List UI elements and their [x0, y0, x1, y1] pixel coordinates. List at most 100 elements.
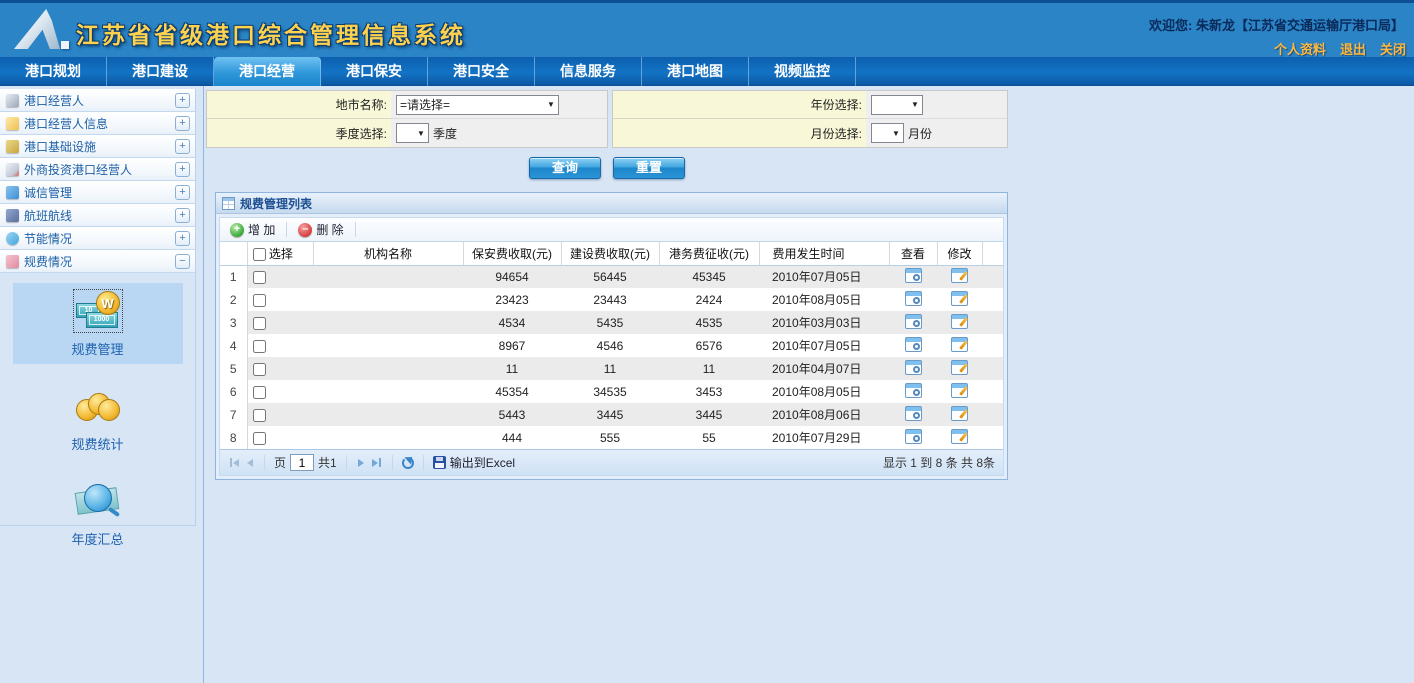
expand-toggle[interactable]: +: [175, 208, 190, 223]
sidebar-item-energy-saving[interactable]: 节能情况 +: [0, 227, 195, 250]
row-checkbox[interactable]: [253, 409, 266, 422]
row-number: 1: [220, 265, 247, 288]
sidebar-item-integrity-mgmt[interactable]: 诚信管理 +: [0, 181, 195, 204]
refresh-icon[interactable]: [402, 457, 414, 469]
select-all-header: 选择: [247, 242, 313, 265]
city-select[interactable]: =请选择= ▼: [396, 95, 559, 115]
edit-icon[interactable]: [951, 429, 968, 444]
month-label: 月份选择:: [613, 119, 866, 147]
close-link[interactable]: 关闭: [1380, 39, 1406, 58]
table-body: 1 94654 56445 45345 2010年07月05日: [220, 265, 1003, 449]
construction-fee-cell: 34535: [561, 380, 659, 403]
row-select-cell: [247, 357, 313, 380]
profile-link[interactable]: 个人资料: [1274, 39, 1326, 58]
table-row: 5 11 11 11 2010年04月07日: [220, 357, 1003, 380]
tab-info-service[interactable]: 信息服务: [535, 57, 642, 86]
logout-link[interactable]: 退出: [1340, 39, 1366, 58]
row-checkbox[interactable]: [253, 363, 266, 376]
search-button[interactable]: 查询: [529, 157, 601, 179]
security-fee-header: 保安费收取(元): [463, 242, 561, 265]
investor-icon: [6, 163, 19, 176]
row-select-cell: [247, 380, 313, 403]
port-fee-cell: 3445: [659, 403, 759, 426]
tab-port-planning[interactable]: 港口规划: [0, 57, 107, 86]
export-excel-button[interactable]: 输出到Excel: [433, 454, 515, 471]
view-icon[interactable]: [905, 406, 922, 421]
sidebar-item-fees-status[interactable]: 规费情况 −: [0, 250, 195, 273]
tab-port-construction[interactable]: 港口建设: [107, 57, 214, 86]
sidebar-submenu: 10 1000 W 规费管理 规费统计: [0, 273, 196, 526]
month-select[interactable]: ▼: [871, 123, 904, 143]
submenu-item-fee-statistics[interactable]: 规费统计: [13, 378, 183, 459]
tab-port-operation[interactable]: 港口经营: [214, 57, 321, 86]
edit-icon[interactable]: [951, 383, 968, 398]
city-label: 地市名称:: [207, 91, 391, 119]
view-icon[interactable]: [905, 268, 922, 283]
view-icon[interactable]: [905, 360, 922, 375]
quarter-suffix: 季度: [433, 125, 457, 142]
edit-icon[interactable]: [951, 337, 968, 352]
first-page-button[interactable]: [228, 456, 241, 469]
expand-toggle[interactable]: +: [175, 231, 190, 246]
row-number: 7: [220, 403, 247, 426]
construction-fee-cell: 11: [561, 357, 659, 380]
submenu-item-annual-summary[interactable]: 年度汇总: [13, 473, 183, 554]
view-icon[interactable]: [905, 383, 922, 398]
view-icon[interactable]: [905, 291, 922, 306]
row-checkbox[interactable]: [253, 386, 266, 399]
sidebar-item-port-operators[interactable]: 港口经营人 +: [0, 89, 195, 112]
fee-date-cell: 2010年08月06日: [759, 403, 889, 426]
tab-port-map[interactable]: 港口地图: [642, 57, 749, 86]
table-row: 2 23423 23443 2424 2010年08月05日: [220, 288, 1003, 311]
tab-port-security[interactable]: 港口保安: [321, 57, 428, 86]
next-page-button[interactable]: [356, 457, 366, 469]
edit-icon[interactable]: [951, 406, 968, 421]
reset-button[interactable]: 重置: [613, 157, 685, 179]
page-number-input[interactable]: [290, 454, 314, 471]
tab-port-safety[interactable]: 港口安全: [428, 57, 535, 86]
delete-button[interactable]: 删 除: [294, 221, 347, 238]
year-select[interactable]: ▼: [871, 95, 923, 115]
select-all-checkbox[interactable]: [253, 248, 266, 261]
row-checkbox[interactable]: [253, 294, 266, 307]
construction-fee-cell: 3445: [561, 403, 659, 426]
row-checkbox[interactable]: [253, 317, 266, 330]
sidebar-item-infrastructure[interactable]: 港口基础设施 +: [0, 135, 195, 158]
expand-toggle[interactable]: +: [175, 162, 190, 177]
last-page-button[interactable]: [370, 456, 383, 469]
tab-video-monitor[interactable]: 视频监控: [749, 57, 856, 86]
prev-page-button[interactable]: [245, 457, 255, 469]
page-label: 页: [274, 454, 286, 471]
add-button[interactable]: 增 加: [226, 221, 279, 238]
row-checkbox[interactable]: [253, 432, 266, 445]
expand-toggle[interactable]: +: [175, 185, 190, 200]
row-checkbox[interactable]: [253, 271, 266, 284]
security-fee-cell: 8967: [463, 334, 561, 357]
edit-icon[interactable]: [951, 314, 968, 329]
month-suffix: 月份: [908, 125, 932, 142]
expand-toggle[interactable]: +: [175, 116, 190, 131]
fee-list-panel: 规费管理列表 增 加 删 除: [215, 192, 1008, 480]
view-icon[interactable]: [905, 337, 922, 352]
app-header: 江苏省省级港口综合管理信息系统 欢迎您: 朱新龙【江苏省交通运输厅港口局】 个人…: [0, 0, 1414, 57]
collapse-toggle[interactable]: −: [175, 254, 190, 269]
submenu-item-fee-management[interactable]: 10 1000 W 规费管理: [13, 283, 183, 364]
row-checkbox[interactable]: [253, 340, 266, 353]
org-name-cell: [313, 265, 463, 288]
quarter-select[interactable]: ▼: [396, 123, 429, 143]
view-icon[interactable]: [905, 429, 922, 444]
sidebar-item-flights-routes[interactable]: 航班航线 +: [0, 204, 195, 227]
view-cell: [889, 265, 937, 288]
view-cell: [889, 380, 937, 403]
globe-notes-icon: [74, 480, 122, 522]
edit-icon[interactable]: [951, 268, 968, 283]
expand-toggle[interactable]: +: [175, 93, 190, 108]
sidebar-item-foreign-investors[interactable]: 外商投资港口经营人 +: [0, 158, 195, 181]
edit-icon[interactable]: [951, 360, 968, 375]
expand-toggle[interactable]: +: [175, 139, 190, 154]
view-icon[interactable]: [905, 314, 922, 329]
edit-icon[interactable]: [951, 291, 968, 306]
view-cell: [889, 403, 937, 426]
fee-date-cell: 2010年03月03日: [759, 311, 889, 334]
sidebar-item-operator-info[interactable]: 港口经营人信息 +: [0, 112, 195, 135]
